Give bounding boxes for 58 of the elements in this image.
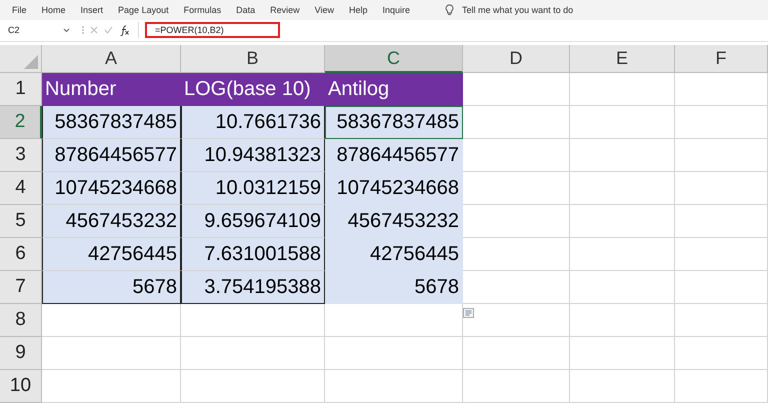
table-cell: 58367837485: [325, 106, 463, 140]
menu-item[interactable]: Inquire: [382, 4, 410, 15]
paste-options-icon[interactable]: [463, 308, 474, 318]
menu-item[interactable]: Help: [349, 4, 368, 15]
column-header[interactable]: E: [570, 45, 675, 74]
menu-item[interactable]: View: [314, 4, 334, 15]
table-cell: 87864456577: [42, 139, 181, 172]
column-header[interactable]: A: [42, 45, 181, 74]
column-header[interactable]: C: [325, 45, 463, 74]
column-header[interactable]: F: [675, 45, 768, 74]
column-header[interactable]: D: [463, 45, 570, 74]
table-cell: 5678: [42, 271, 181, 304]
table-cell: 5678: [325, 271, 463, 304]
table-cell: 3.754195388: [181, 271, 325, 304]
table-cell: 10.94381323: [181, 139, 325, 172]
table-cell: 87864456577: [325, 139, 463, 172]
column-title: Number: [42, 73, 181, 106]
table-cell: 10.0312159: [181, 172, 325, 206]
menu-item[interactable]: Insert: [80, 4, 104, 15]
menu-item[interactable]: Data: [236, 4, 256, 15]
menu-item[interactable]: Page Layout: [118, 4, 169, 15]
table-cell: 42756445: [42, 238, 181, 272]
menu-item[interactable]: Review: [270, 4, 300, 15]
column-title: Antilog: [325, 73, 463, 106]
table-cell: 10.7661736: [181, 106, 325, 140]
row-header[interactable]: 6: [0, 238, 42, 272]
function-icon[interactable]: [119, 24, 130, 36]
row-header[interactable]: 7: [0, 271, 42, 304]
row-header[interactable]: 8: [0, 304, 42, 338]
select-all-corner[interactable]: [0, 45, 42, 74]
row-header[interactable]: 4: [0, 172, 42, 206]
column-title: LOG(base 10): [181, 73, 325, 106]
table-cell: 10745234668: [42, 172, 181, 206]
row-header[interactable]: 9: [0, 337, 42, 370]
tell-me-field[interactable]: Tell me what you want to do: [462, 4, 574, 15]
lightbulb-icon: [445, 4, 454, 16]
table-cell: 10745234668: [325, 172, 463, 206]
row-header[interactable]: 10: [0, 370, 42, 403]
menu-item[interactable]: Home: [42, 4, 66, 15]
caret-icon: [63, 28, 70, 33]
table-cell: 58367837485: [42, 106, 181, 140]
check-icon[interactable]: [104, 26, 113, 34]
triangle-icon: [24, 55, 38, 70]
table-cell: 7.631001588: [181, 238, 325, 272]
name-box[interactable]: C2: [2, 22, 74, 38]
row-header[interactable]: 1: [0, 73, 42, 106]
row-header[interactable]: 2: [0, 106, 42, 140]
table-cell: 4567453232: [42, 205, 181, 238]
menu-item[interactable]: Formulas: [184, 4, 222, 15]
formula-field[interactable]: =POWER(10,B2): [145, 22, 280, 38]
menu-item[interactable]: File: [12, 4, 27, 15]
table-cell: 9.659674109: [181, 205, 325, 238]
cancel-icon[interactable]: [90, 26, 98, 34]
table-cell: 4567453232: [325, 205, 463, 238]
row-header[interactable]: 3: [0, 139, 42, 172]
table-cell: 42756445: [325, 238, 463, 272]
column-header[interactable]: B: [181, 45, 325, 74]
row-header[interactable]: 5: [0, 205, 42, 238]
